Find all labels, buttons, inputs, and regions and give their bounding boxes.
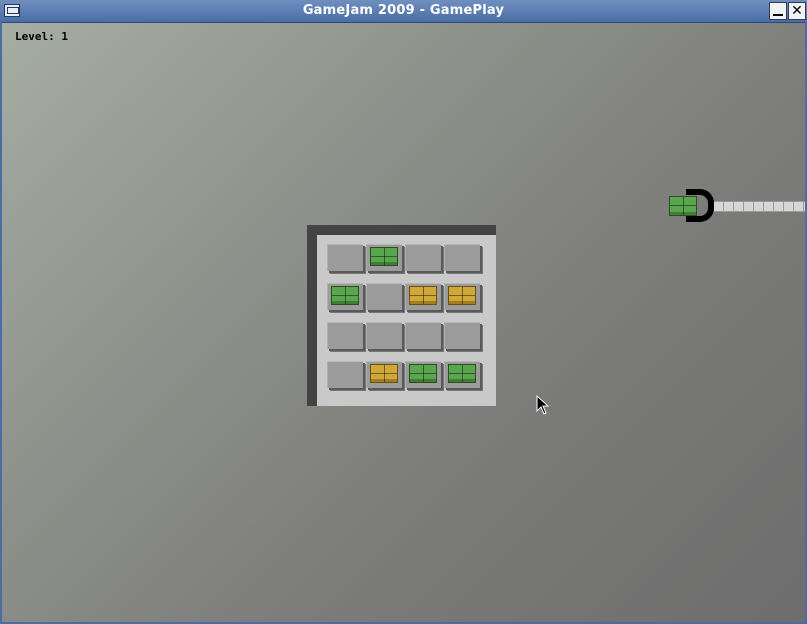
green-block [331, 286, 359, 305]
yellow-block [409, 286, 437, 305]
level-label: Level: [15, 30, 55, 43]
board-cell[interactable] [405, 322, 441, 349]
minimize-button[interactable] [769, 2, 787, 20]
board-cell[interactable] [405, 283, 441, 310]
title-bar: GameJam 2009 - GamePlay ✕ [0, 0, 807, 23]
crane-rail [714, 201, 805, 212]
board-cell[interactable] [327, 361, 363, 388]
board-cell[interactable] [366, 283, 402, 310]
board-left-wall [307, 225, 317, 406]
board-cell[interactable] [366, 361, 402, 388]
yellow-block [370, 364, 398, 383]
held-block-green [669, 196, 697, 216]
board-top-wall [307, 225, 496, 235]
green-block [370, 247, 398, 266]
board-cell[interactable] [327, 244, 363, 271]
board-cell[interactable] [444, 244, 480, 271]
board-cell[interactable] [327, 283, 363, 310]
level-value: 1 [61, 30, 68, 43]
game-board[interactable] [307, 225, 496, 406]
close-icon: ✕ [791, 3, 803, 19]
game-canvas[interactable]: Level: 1 [2, 23, 805, 622]
board-cell[interactable] [405, 361, 441, 388]
green-block [448, 364, 476, 383]
board-cell[interactable] [405, 244, 441, 271]
board-cell[interactable] [366, 244, 402, 271]
minimize-icon [773, 14, 783, 16]
yellow-block [448, 286, 476, 305]
board-cell[interactable] [444, 283, 480, 310]
board-cell[interactable] [444, 361, 480, 388]
board-cell[interactable] [327, 322, 363, 349]
window-title: GameJam 2009 - GamePlay [302, 3, 505, 18]
close-button[interactable]: ✕ [788, 2, 806, 20]
green-block [409, 364, 437, 383]
level-indicator: Level: 1 [15, 30, 68, 43]
board-cell[interactable] [366, 322, 402, 349]
mouse-pointer-icon [536, 395, 550, 415]
board-cell[interactable] [444, 322, 480, 349]
